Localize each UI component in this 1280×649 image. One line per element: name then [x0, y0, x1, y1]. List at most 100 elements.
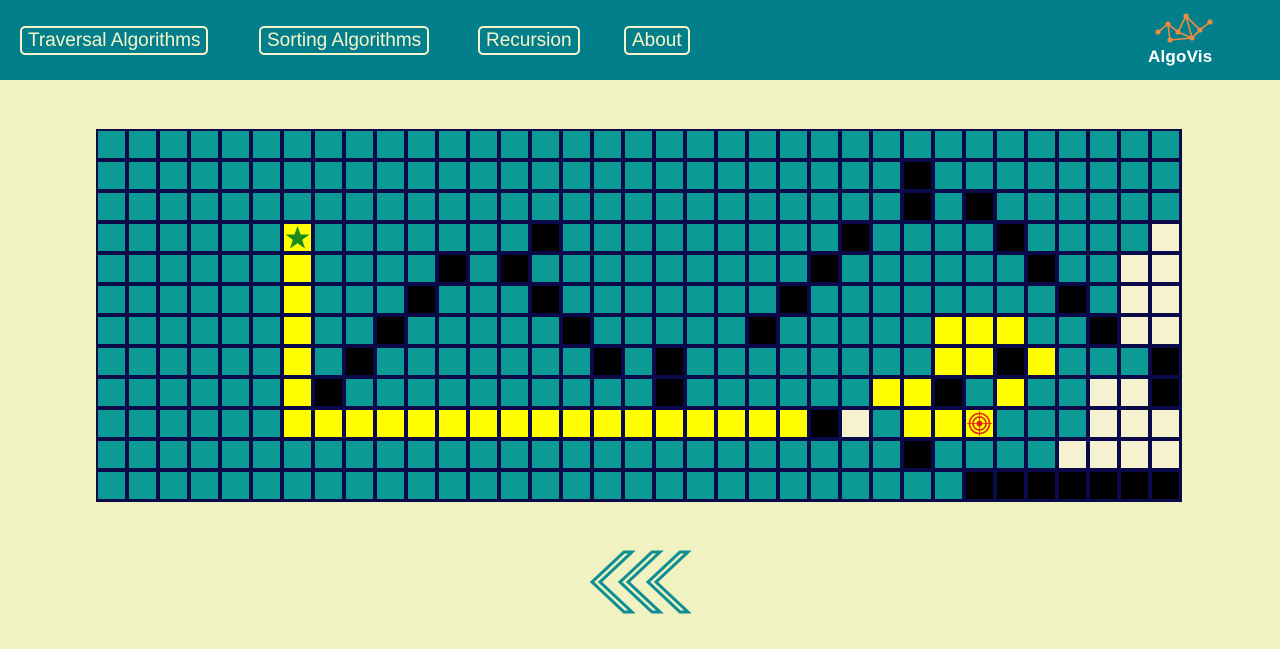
grid-cell-open[interactable]: [253, 410, 280, 437]
grid-cell-open[interactable]: [811, 379, 838, 406]
grid-cell-open[interactable]: [842, 286, 869, 313]
grid-cell-open[interactable]: [377, 162, 404, 189]
grid-cell-open[interactable]: [1121, 193, 1148, 220]
grid-cell-open[interactable]: [439, 472, 466, 499]
grid-cell-wall[interactable]: [811, 410, 838, 437]
grid-cell-wall[interactable]: [904, 193, 931, 220]
grid-cell-open[interactable]: [687, 224, 714, 251]
grid-cell-visited[interactable]: [1059, 441, 1086, 468]
grid-cell-open[interactable]: [780, 472, 807, 499]
grid-cell-open[interactable]: [594, 255, 621, 282]
grid-cell-open[interactable]: [346, 317, 373, 344]
grid-cell-open[interactable]: [377, 255, 404, 282]
grid-cell-path[interactable]: [470, 410, 497, 437]
grid-cell-open[interactable]: [811, 162, 838, 189]
grid-cell-open[interactable]: [594, 193, 621, 220]
grid-cell-open[interactable]: [129, 379, 156, 406]
grid-cell-open[interactable]: [718, 317, 745, 344]
grid-cell-visited[interactable]: [1152, 317, 1179, 344]
grid-cell-path[interactable]: [718, 410, 745, 437]
grid-cell-wall[interactable]: [1090, 317, 1117, 344]
grid-cell-open[interactable]: [160, 441, 187, 468]
grid-cell-open[interactable]: [780, 317, 807, 344]
grid-cell-open[interactable]: [501, 472, 528, 499]
grid-cell-open[interactable]: [377, 441, 404, 468]
grid-cell-open[interactable]: [222, 255, 249, 282]
grid-cell-open[interactable]: [129, 441, 156, 468]
grid-cell-open[interactable]: [160, 224, 187, 251]
grid-cell-path[interactable]: [780, 410, 807, 437]
grid-cell-open[interactable]: [625, 348, 652, 375]
grid-cell-open[interactable]: [687, 162, 714, 189]
grid-cell-open[interactable]: [656, 224, 683, 251]
grid-cell-visited[interactable]: [1121, 410, 1148, 437]
grid-cell-open[interactable]: [501, 224, 528, 251]
grid-cell-open[interactable]: [470, 224, 497, 251]
start-node[interactable]: [284, 224, 311, 251]
grid-cell-open[interactable]: [1090, 162, 1117, 189]
grid-cell-open[interactable]: [656, 162, 683, 189]
grid-cell-visited[interactable]: [1121, 379, 1148, 406]
grid-cell-open[interactable]: [346, 286, 373, 313]
grid-cell-visited[interactable]: [1121, 317, 1148, 344]
grid-cell-open[interactable]: [904, 131, 931, 158]
grid-cell-open[interactable]: [408, 317, 435, 344]
nav-sorting-algorithms[interactable]: Sorting Algorithms: [259, 26, 430, 55]
grid-cell-open[interactable]: [1028, 162, 1055, 189]
grid-cell-open[interactable]: [129, 255, 156, 282]
grid-cell-open[interactable]: [222, 410, 249, 437]
grid-cell-open[interactable]: [470, 131, 497, 158]
grid-cell-open[interactable]: [160, 193, 187, 220]
grid-cell-open[interactable]: [718, 131, 745, 158]
grid-cell-open[interactable]: [1152, 131, 1179, 158]
grid-cell-open[interactable]: [160, 317, 187, 344]
grid-cell-open[interactable]: [687, 131, 714, 158]
grid-cell-open[interactable]: [191, 131, 218, 158]
grid-cell-open[interactable]: [842, 317, 869, 344]
grid-cell-path[interactable]: [315, 410, 342, 437]
grid-cell-wall[interactable]: [439, 255, 466, 282]
grid-cell-open[interactable]: [470, 441, 497, 468]
grid-cell-open[interactable]: [439, 193, 466, 220]
grid-cell-open[interactable]: [811, 317, 838, 344]
grid-cell-open[interactable]: [501, 131, 528, 158]
grid-cell-open[interactable]: [625, 193, 652, 220]
grid-cell-open[interactable]: [1090, 255, 1117, 282]
grid-cell-open[interactable]: [315, 286, 342, 313]
grid-cell-open[interactable]: [873, 162, 900, 189]
grid-cell-open[interactable]: [625, 472, 652, 499]
grid-cell-open[interactable]: [687, 255, 714, 282]
grid-cell-open[interactable]: [1059, 162, 1086, 189]
grid-cell-open[interactable]: [315, 131, 342, 158]
grid-cell-open[interactable]: [780, 255, 807, 282]
grid-cell-open[interactable]: [687, 472, 714, 499]
grid-cell-open[interactable]: [439, 441, 466, 468]
grid-cell-open[interactable]: [377, 348, 404, 375]
grid-cell-open[interactable]: [873, 131, 900, 158]
grid-cell-visited[interactable]: [1152, 410, 1179, 437]
grid-cell-open[interactable]: [222, 162, 249, 189]
grid-cell-open[interactable]: [563, 348, 590, 375]
grid-cell-open[interactable]: [346, 379, 373, 406]
grid-cell-open[interactable]: [873, 193, 900, 220]
grid-cell-wall[interactable]: [811, 255, 838, 282]
grid-cell-open[interactable]: [842, 348, 869, 375]
grid-cell-visited[interactable]: [1152, 255, 1179, 282]
grid-cell-open[interactable]: [98, 348, 125, 375]
grid-cell-open[interactable]: [222, 472, 249, 499]
grid-cell-open[interactable]: [98, 255, 125, 282]
grid-cell-open[interactable]: [129, 317, 156, 344]
grid-cell-open[interactable]: [997, 162, 1024, 189]
grid-cell-open[interactable]: [780, 348, 807, 375]
grid-cell-path[interactable]: [563, 410, 590, 437]
grid-cell-open[interactable]: [191, 317, 218, 344]
grid-cell-open[interactable]: [253, 286, 280, 313]
grid-cell-open[interactable]: [253, 348, 280, 375]
grid-cell-path[interactable]: [966, 348, 993, 375]
grid-cell-open[interactable]: [191, 193, 218, 220]
grid-cell-wall[interactable]: [408, 286, 435, 313]
grid-cell-open[interactable]: [408, 441, 435, 468]
grid-cell-open[interactable]: [718, 193, 745, 220]
grid-cell-open[interactable]: [935, 224, 962, 251]
grid-cell-open[interactable]: [315, 193, 342, 220]
